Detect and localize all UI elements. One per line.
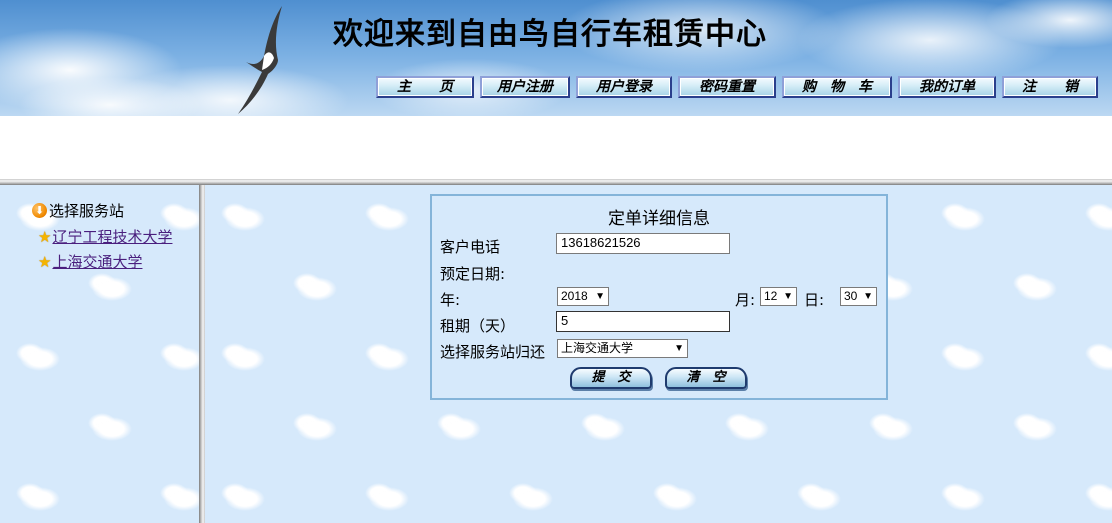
dropdown-arrow-icon: ▼ bbox=[783, 291, 793, 302]
dropdown-arrow-icon: ▼ bbox=[674, 343, 684, 354]
nav-my-orders-button[interactable]: 我的订单 bbox=[898, 76, 996, 98]
rental-period-label: 租期（天） bbox=[440, 317, 516, 335]
site-banner: 欢迎来到自由鸟自行车租赁中心 主 页 用户注册 用户登录 密码重置 购 物 车 … bbox=[0, 0, 1112, 116]
month-select-value: 12 bbox=[764, 289, 778, 303]
day-label: 日: bbox=[804, 291, 825, 309]
site-title: 欢迎来到自由鸟自行车租赁中心 bbox=[333, 17, 767, 52]
year-select[interactable]: 2018 ▼ bbox=[557, 287, 609, 306]
phone-label: 客户电话 bbox=[440, 238, 501, 256]
month-label: 月: bbox=[735, 291, 756, 309]
nav-logout-button[interactable]: 注 销 bbox=[1002, 76, 1098, 98]
dropdown-arrow-icon: ▼ bbox=[863, 291, 873, 302]
nav-home-button[interactable]: 主 页 bbox=[376, 76, 474, 98]
return-station-label: 选择服务站归还 bbox=[440, 343, 546, 361]
star-icon: ★ bbox=[38, 252, 52, 271]
month-select[interactable]: 12 ▼ bbox=[760, 287, 797, 306]
phone-input[interactable]: 13618621526 bbox=[556, 233, 730, 254]
station-link-shanghai[interactable]: 上海交通大学 bbox=[52, 251, 142, 272]
rental-period-input[interactable]: 5 bbox=[556, 311, 730, 332]
star-icon: ★ bbox=[38, 227, 52, 246]
reserve-date-label: 预定日期: bbox=[440, 265, 506, 283]
nav-login-button[interactable]: 用户登录 bbox=[576, 76, 672, 98]
day-select-value: 30 bbox=[844, 289, 858, 303]
sidebar-item-station-2: ★ 上海交通大学 bbox=[38, 251, 142, 272]
sidebar: ⬇ 选择服务站 ★ 辽宁工程技术大学 ★ 上海交通大学 bbox=[0, 185, 199, 523]
station-link-liaoning[interactable]: 辽宁工程技术大学 bbox=[52, 226, 172, 247]
form-title: 定单详细信息 bbox=[608, 209, 710, 229]
nav-register-button[interactable]: 用户注册 bbox=[480, 76, 570, 98]
return-station-value: 上海交通大学 bbox=[561, 341, 634, 355]
submit-button[interactable]: 提 交 bbox=[570, 367, 652, 389]
day-select[interactable]: 30 ▼ bbox=[840, 287, 877, 306]
sidebar-title-label: 选择服务站 bbox=[49, 202, 125, 220]
nav-cart-button[interactable]: 购 物 车 bbox=[782, 76, 892, 98]
seagull-logo bbox=[238, 6, 282, 114]
year-label: 年: bbox=[440, 291, 461, 309]
sidebar-item-station-1: ★ 辽宁工程技术大学 bbox=[38, 226, 172, 247]
download-arrow-icon: ⬇ bbox=[32, 203, 47, 218]
year-select-value: 2018 bbox=[561, 289, 588, 303]
sidebar-title: ⬇ 选择服务站 bbox=[32, 200, 124, 221]
clear-button[interactable]: 清 空 bbox=[665, 367, 747, 389]
return-station-select[interactable]: 上海交通大学 ▼ bbox=[557, 339, 688, 358]
dropdown-arrow-icon: ▼ bbox=[595, 291, 605, 302]
nav-reset-password-button[interactable]: 密码重置 bbox=[678, 76, 776, 98]
